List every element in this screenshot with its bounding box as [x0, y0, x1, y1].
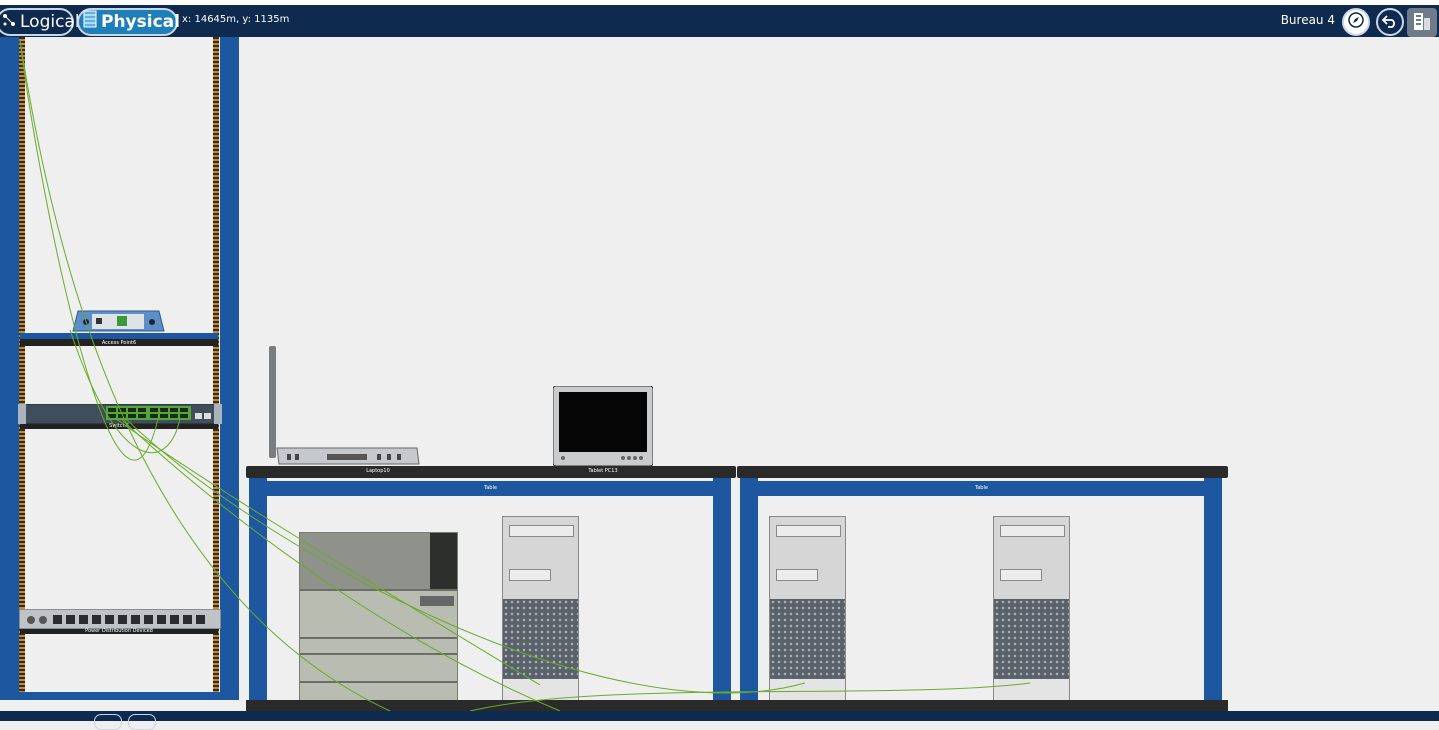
cable[interactable] [119, 417, 561, 712]
bottom-button[interactable] [94, 714, 122, 730]
cable[interactable] [469, 682, 1031, 712]
cable[interactable] [19, 39, 161, 461]
cable[interactable] [19, 39, 391, 712]
cables-layer [19, 39, 1031, 712]
cable[interactable] [114, 417, 541, 686]
bottom-toolbar [0, 711, 1439, 730]
cable[interactable] [69, 329, 181, 454]
cable[interactable] [124, 417, 806, 694]
bottom-button[interactable] [128, 714, 156, 730]
